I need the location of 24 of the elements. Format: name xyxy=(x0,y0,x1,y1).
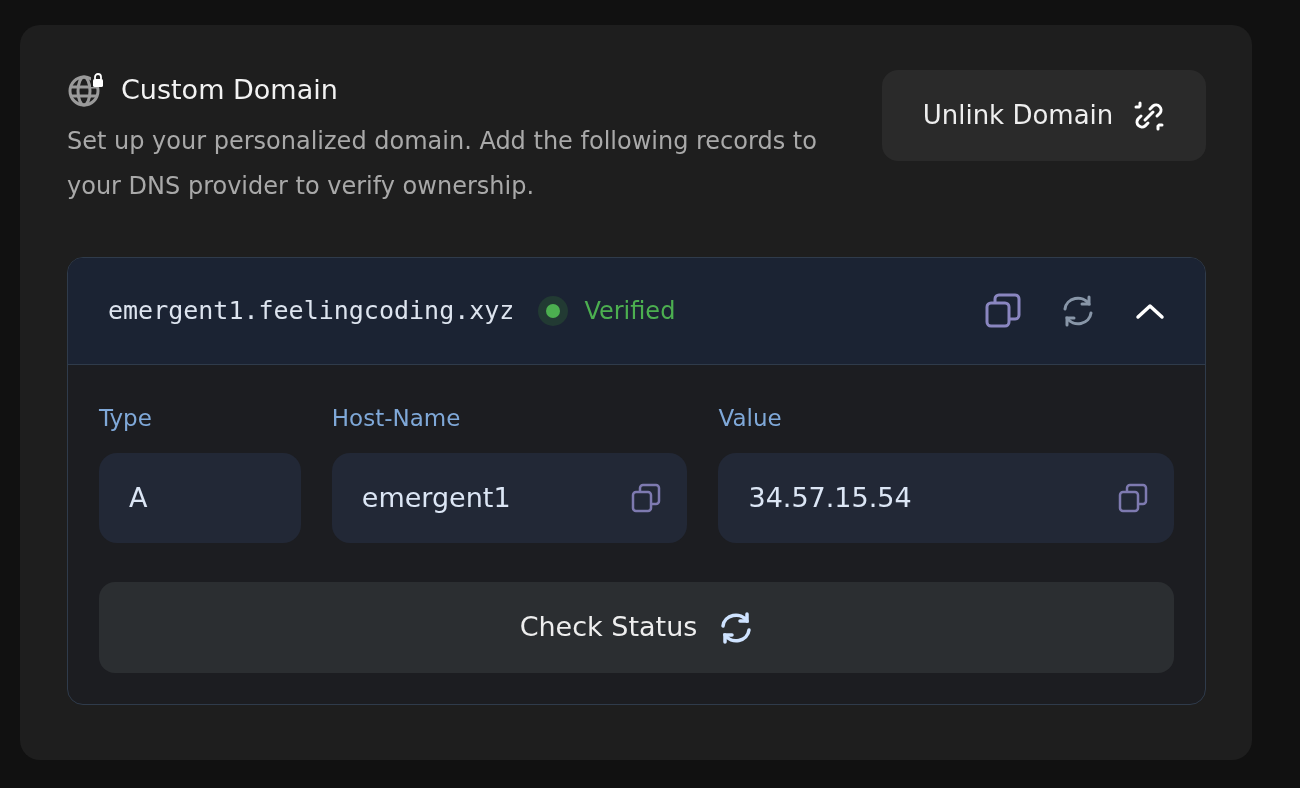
record-field: 34.57.15.54 xyxy=(718,453,1174,543)
record-field: emergent1 xyxy=(331,453,688,543)
copy-button[interactable] xyxy=(985,292,1021,329)
field-label: Host-Name xyxy=(331,403,462,433)
chevron-up-icon xyxy=(1135,301,1165,320)
refresh-button[interactable] xyxy=(1061,293,1095,328)
domain-name: emergent1.feelingcoding.xyz xyxy=(108,294,515,327)
copy-icon xyxy=(985,292,1021,329)
globe-lock-icon xyxy=(67,72,105,109)
section-title: Custom Domain xyxy=(121,73,338,107)
broken-link-icon xyxy=(1133,99,1166,132)
collapse-toggle[interactable] xyxy=(1135,301,1165,320)
refresh-icon xyxy=(1061,293,1095,328)
unlink-domain-button[interactable]: Unlink Domain xyxy=(882,70,1206,161)
field-label: Type xyxy=(99,403,153,433)
record-field: A xyxy=(99,453,301,543)
copy-icon[interactable] xyxy=(1118,483,1148,513)
copy-icon[interactable] xyxy=(631,483,662,513)
refresh-icon xyxy=(719,610,754,645)
section-description: Set up your personalized domain. Add the following records to your DNS provider to verify ownership. xyxy=(67,125,818,202)
status-label: Verified xyxy=(584,295,676,327)
field-label: Value xyxy=(718,403,783,433)
status-indicator xyxy=(538,295,569,326)
check-status-button[interactable]: Check Status xyxy=(99,582,1174,673)
